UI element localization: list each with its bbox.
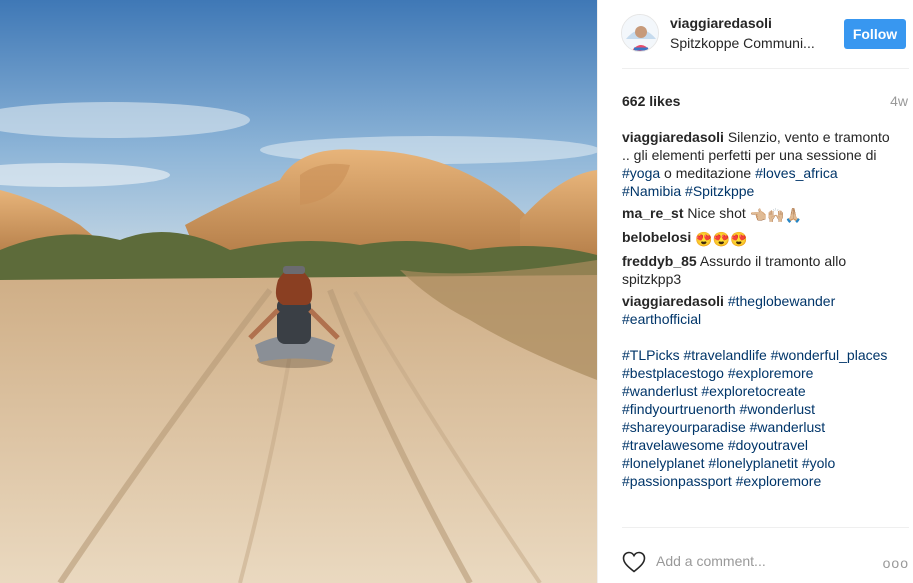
comment-username[interactable]: ma_re_st (622, 205, 684, 221)
post-footer: ooo (598, 527, 913, 583)
hashtag-link[interactable]: #yolo (802, 455, 835, 471)
hashtag-link[interactable]: #wanderlust (750, 419, 826, 435)
emoji-icon: 😍😍😍 (695, 231, 748, 247)
more-options-icon[interactable]: ooo (883, 555, 909, 571)
hashtag-link[interactable]: #findyourtruenorth (622, 401, 736, 417)
header-divider (622, 68, 909, 69)
comment: belobelosi 😍😍😍 (622, 228, 892, 248)
comment-username[interactable]: freddyb_85 (622, 253, 697, 269)
comment: ma_re_st Nice shot 👈🏼🙌🏼🙏🏼 (622, 204, 892, 224)
comment: freddyb_85 Assurdo il tramonto allo spit… (622, 252, 892, 288)
hashtag-link[interactable]: #Namibia (622, 183, 681, 199)
hashtag-link[interactable]: #passionpassport (622, 473, 732, 489)
comment-text: Nice shot (683, 205, 750, 221)
post-location[interactable]: Spitzkoppe Communi... (670, 35, 825, 51)
post-photo[interactable] (0, 0, 597, 583)
post-header: viaggiaredasoli Spitzkoppe Communi... Fo… (598, 0, 913, 68)
emoji-icon: 👈🏼🙌🏼🙏🏼 (749, 207, 802, 223)
post-age[interactable]: 4w (890, 93, 908, 109)
hashtag-link[interactable]: #travelawesome (622, 437, 724, 453)
hashtag-link[interactable]: #theglobewander (728, 293, 835, 309)
hashtag-link[interactable]: #wonderful_places (771, 347, 888, 363)
hashtag-link[interactable]: #exploremore (736, 473, 822, 489)
hashtag-link[interactable]: #wanderlust (622, 383, 698, 399)
hashtag-link[interactable]: #TLPicks (622, 347, 680, 363)
comment-text: o meditazione (660, 165, 756, 181)
hashtag-link[interactable]: #bestplacestogo (622, 365, 724, 381)
add-comment-input[interactable] (656, 553, 866, 569)
hashtag-link[interactable]: #loves_africa (755, 165, 838, 181)
hashtag-link[interactable]: #lonelyplanetit (708, 455, 798, 471)
hashtag-link[interactable]: #exploretocreate (701, 383, 805, 399)
likes-count[interactable]: 662 likes (622, 93, 680, 109)
avatar[interactable] (621, 14, 659, 52)
instagram-post: viaggiaredasoli Spitzkoppe Communi... Fo… (0, 0, 913, 583)
post-details-panel: viaggiaredasoli Spitzkoppe Communi... Fo… (597, 0, 913, 583)
comment: viaggiaredasoli #theglobewander #earthof… (622, 292, 892, 490)
comment-username[interactable]: viaggiaredasoli (622, 293, 724, 309)
hashtag-link[interactable]: #yoga (622, 165, 660, 181)
follow-button[interactable]: Follow (844, 19, 906, 49)
comments-list: viaggiaredasoli Silenzio, vento e tramon… (622, 128, 892, 494)
avatar-image (622, 15, 658, 51)
hashtag-link[interactable]: #doyoutravel (728, 437, 808, 453)
desert-yoga-photo (0, 0, 597, 583)
hashtag-link[interactable]: #travelandlife (683, 347, 766, 363)
hashtag-link[interactable]: #shareyourparadise (622, 419, 746, 435)
hashtag-link[interactable]: #earthofficial (622, 311, 701, 327)
hashtag-link[interactable]: #exploremore (728, 365, 814, 381)
comment: viaggiaredasoli Silenzio, vento e tramon… (622, 128, 892, 200)
heart-icon[interactable] (622, 551, 646, 573)
hashtag-link[interactable]: #lonelyplanet (622, 455, 705, 471)
hashtag-link[interactable]: #wonderlust (740, 401, 816, 417)
hashtag-link[interactable]: #Spitzkppe (685, 183, 754, 199)
comment-username[interactable]: viaggiaredasoli (622, 129, 724, 145)
comment-username[interactable]: belobelosi (622, 229, 691, 245)
post-author-username[interactable]: viaggiaredasoli (670, 15, 772, 31)
